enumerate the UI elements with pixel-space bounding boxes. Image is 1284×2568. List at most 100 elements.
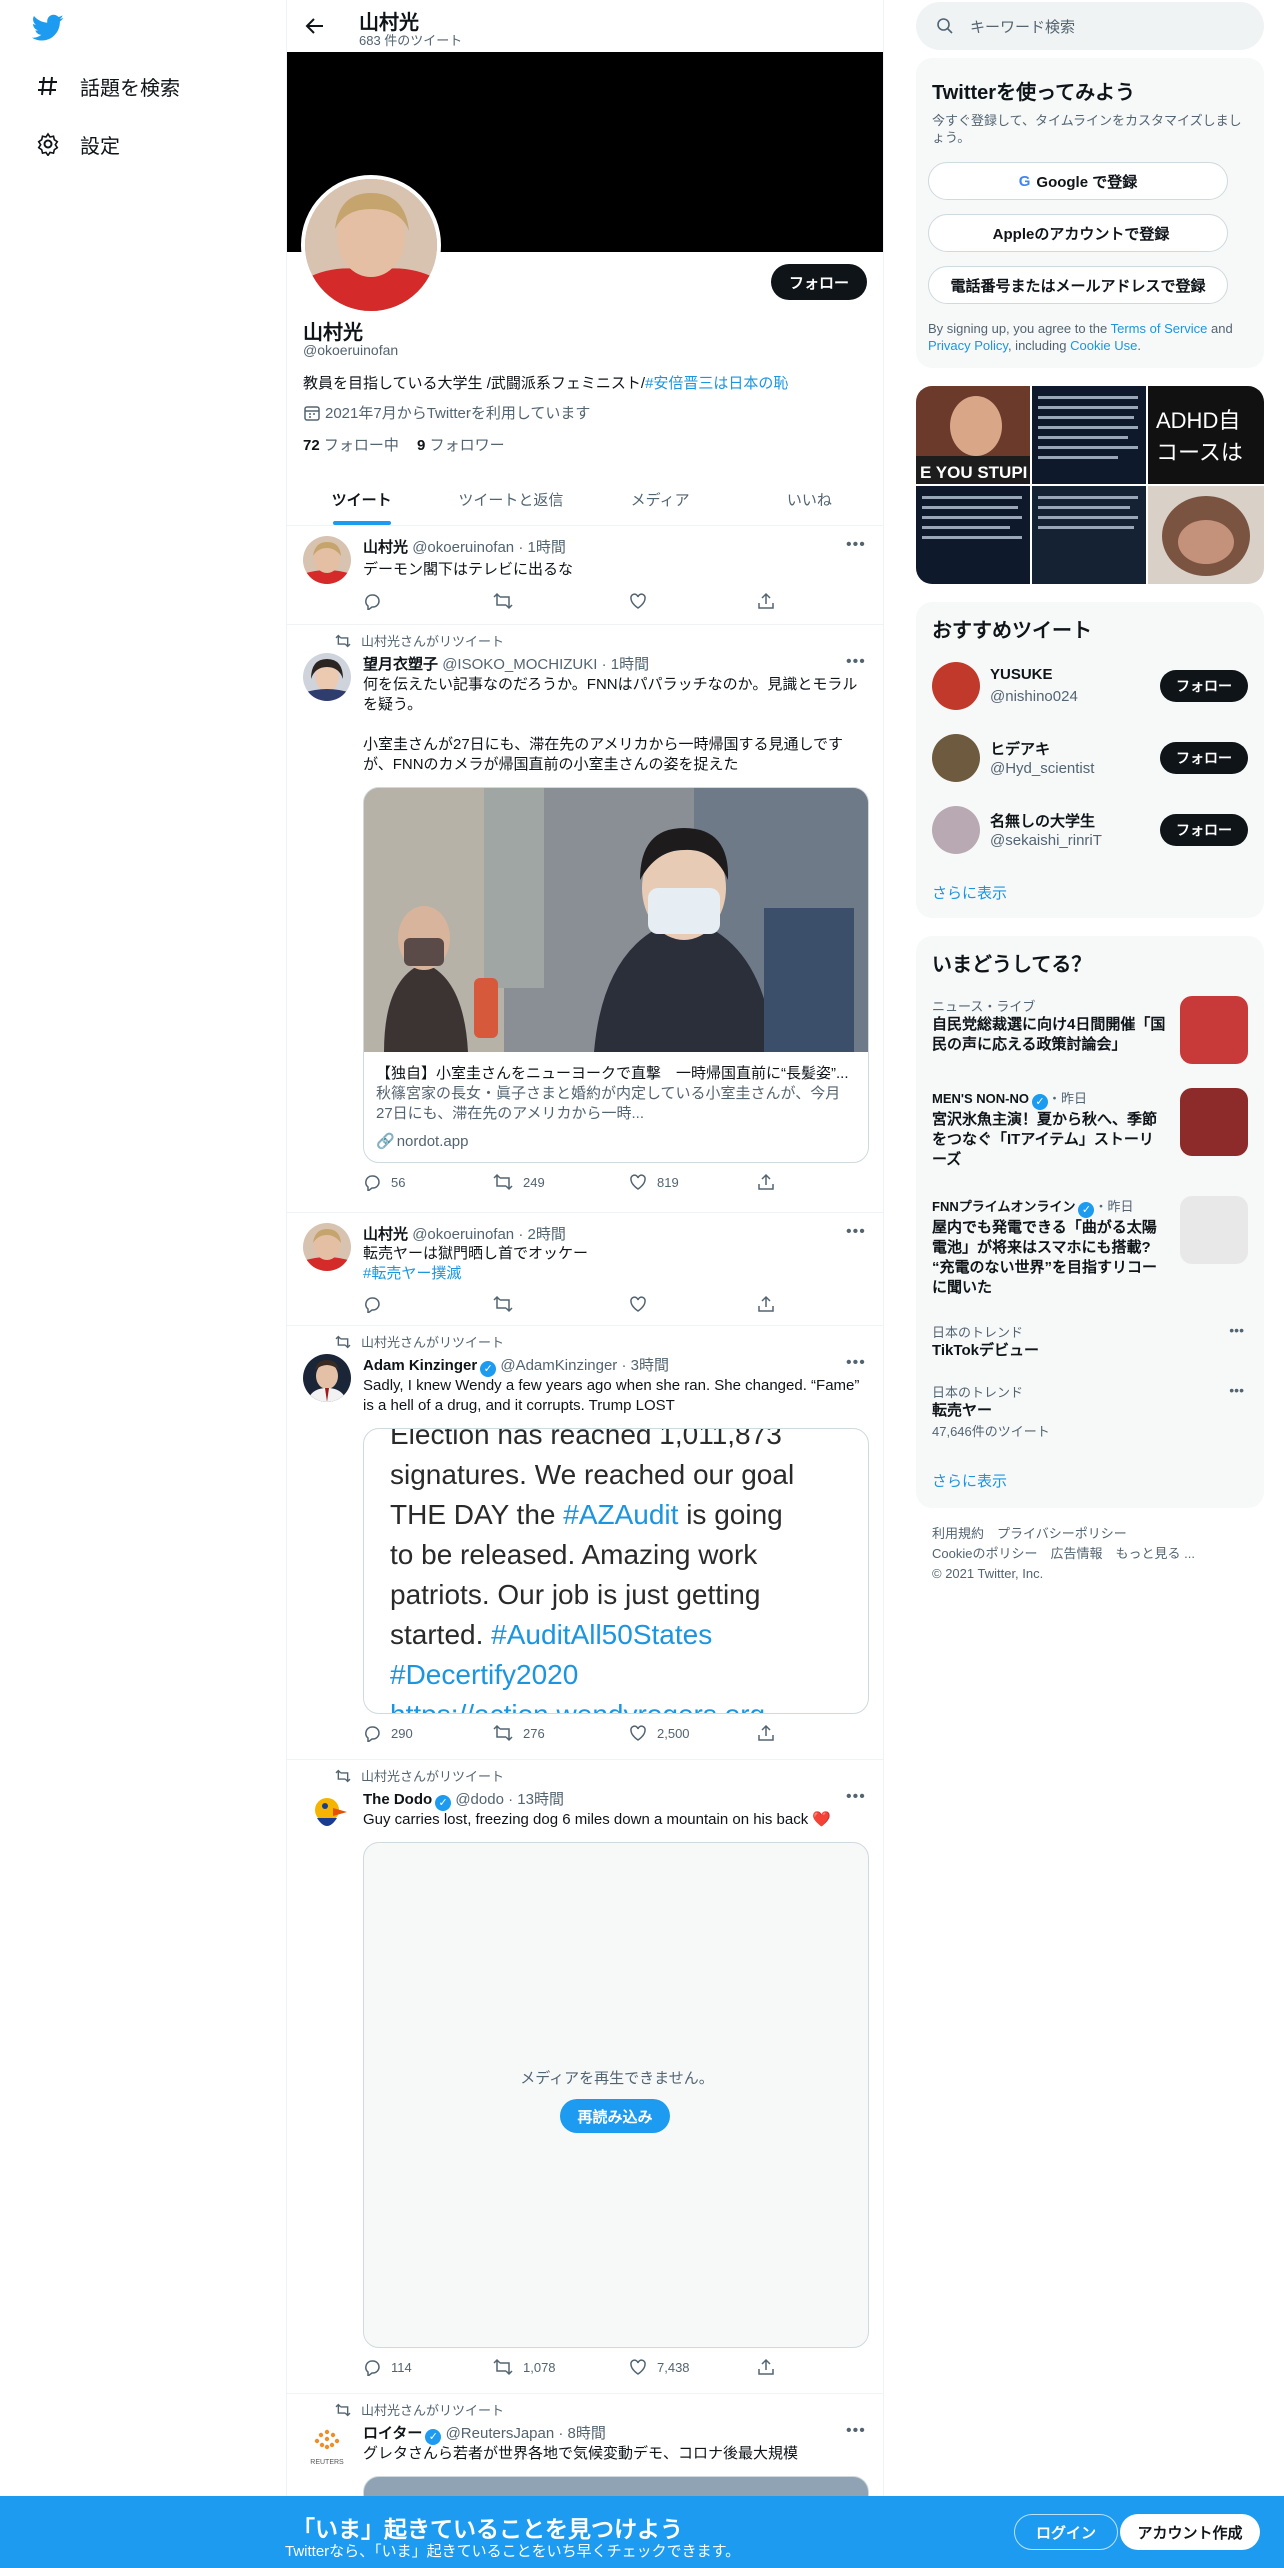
show-more-link[interactable]: さらに表示 — [932, 1470, 1007, 1491]
tab-tweets-and-replies[interactable]: ツイートと返信 — [436, 474, 585, 525]
profile-join-date: 2021年7月からTwitterを利用しています — [303, 402, 590, 423]
cookie-link[interactable]: Cookie Use — [1070, 338, 1137, 353]
reply-button[interactable]: 114 — [363, 2358, 412, 2376]
quoted-image-text: Election has reached 1,011,873 signature… — [390, 1428, 795, 1713]
tweet-hashtag[interactable]: #転売ヤー撲滅 — [363, 1264, 863, 1284]
reply-button[interactable]: 56 — [363, 1173, 405, 1191]
tweet-avatar[interactable] — [303, 536, 351, 584]
trends-box: いまどうしてる？ ニュース・ライブ 自民党総裁選に向け4日間開催「国民の声に応え… — [916, 936, 1264, 1508]
more-options-icon[interactable]: ••• — [1229, 1322, 1244, 1338]
tab-likes[interactable]: いいね — [735, 474, 883, 525]
media-grid[interactable]: E YOU STUPI ADHD自 コースは — [916, 386, 1264, 584]
more-options-icon[interactable]: ••• — [846, 1354, 866, 1374]
back-arrow-icon[interactable] — [303, 14, 327, 38]
apple-signup-button[interactable]: Appleのアカウントで登録 — [928, 214, 1228, 252]
show-more-link[interactable]: さらに表示 — [932, 882, 1007, 903]
retweet-icon[interactable] — [493, 1295, 513, 1313]
tweet-avatar[interactable] — [303, 1788, 351, 1836]
google-signup-button[interactable]: G Google で登録 — [928, 162, 1228, 200]
link-card[interactable]: 【独自】小室圭さんをニューヨークで直撃 一時帰国直前に“長髪姿”... 秋篠宮家… — [363, 787, 869, 1163]
footer-terms-link[interactable]: 利用規約 — [932, 1526, 984, 1541]
retweet-button[interactable]: 1,078 — [493, 2358, 556, 2376]
phone-email-signup-button[interactable]: 電話番号またはメールアドレスで登録 — [928, 266, 1228, 304]
reply-button[interactable]: 290 — [363, 1724, 413, 1742]
profile-bio-text: 教員を目指している大学生 /武闘派系フェミニスト/ — [303, 375, 646, 392]
like-icon[interactable] — [629, 592, 647, 610]
like-button[interactable]: 2,500 — [629, 1724, 690, 1742]
create-account-button[interactable]: アカウント作成 — [1120, 2514, 1260, 2550]
footer-ads-link[interactable]: 広告情報 — [1050, 1546, 1102, 1561]
tweet-text: デーモン閣下はテレビに出るな — [363, 561, 574, 578]
reload-button[interactable]: 再読み込み — [560, 2099, 670, 2133]
user-avatar[interactable] — [932, 806, 980, 854]
profile-tabs: ツイート ツイートと返信 メディア いいね — [287, 474, 883, 526]
retweet-indicator: 山村光さんがリツイート — [335, 1766, 504, 1785]
tweet[interactable]: 山村光さんがリツイート 望月衣塑子 @ISOKO_MOCHIZUKI · 1時間… — [287, 625, 883, 1213]
tweet[interactable]: 山村光さんがリツイート The Dodo ✓ @dodo · 13時間 ••• G… — [287, 1760, 883, 2394]
retweet-button[interactable]: 249 — [493, 1173, 545, 1191]
tab-tweets[interactable]: ツイート — [287, 474, 436, 525]
trend-item[interactable]: FNNプライムオンライン ✓ ・昨日 屋内でも発電できる「曲がる太陽電池」が将来はス… — [932, 1196, 1248, 1308]
profile-avatar[interactable] — [301, 175, 441, 315]
twitter-logo-icon[interactable] — [31, 14, 68, 44]
like-button[interactable]: 819 — [629, 1173, 679, 1191]
reply-icon[interactable] — [363, 592, 381, 610]
trend-item[interactable]: MEN'S NON-NO ✓ ・昨日 宮沢氷魚主演！夏から秋へ、季節をつなぐ「ITア… — [932, 1088, 1248, 1178]
tweet-avatar[interactable] — [303, 1223, 351, 1271]
terms-link[interactable]: Terms of Service — [1111, 321, 1208, 336]
tweet[interactable]: 山村光 @okoeruinofan · 2時間 ••• 転売ヤーは獄門晒し首でオ… — [287, 1213, 883, 1326]
retweet-icon[interactable] — [493, 592, 513, 610]
login-button[interactable]: ログイン — [1014, 2514, 1118, 2550]
privacy-link[interactable]: Privacy Policy — [928, 338, 1008, 353]
profile-bio-hashtag[interactable]: #安倍晋三は日本の恥 — [645, 375, 788, 392]
nav-explore[interactable]: 話題を検索 — [34, 64, 180, 108]
footer-cookie-link[interactable]: Cookieのポリシー — [932, 1546, 1037, 1561]
followers-link[interactable]: 9 フォロワー — [417, 437, 505, 454]
trend-item[interactable]: 日本のトレンド 転売ヤー 47,646件のツイート ••• — [932, 1382, 1248, 1446]
profile-follow-button[interactable]: フォロー — [770, 264, 867, 300]
tweet[interactable]: 山村光 @okoeruinofan · 1時間 ••• デーモン閣下はテレビに出… — [287, 526, 883, 625]
nav-settings-label: 設定 — [80, 135, 120, 158]
recommended-box: おすすめツイート YUSUKE @nishino024 フォロー ヒデアキ @H… — [916, 602, 1264, 918]
reply-icon[interactable] — [363, 1295, 381, 1313]
tweet-avatar[interactable] — [303, 1354, 351, 1402]
like-button[interactable]: 7,438 — [629, 2358, 690, 2376]
reuters-logo[interactable]: REUTERS — [303, 2422, 351, 2470]
tweet-text-2: 小室圭さんが27日にも、滞在先のアメリカから一時帰国する見通しですが、FNNのカ… — [363, 736, 844, 773]
trend-image — [1180, 1196, 1248, 1264]
search-input[interactable]: キーワード検索 — [916, 2, 1264, 50]
share-icon[interactable] — [757, 1724, 775, 1742]
more-options-icon[interactable]: ••• — [846, 1788, 866, 1808]
signup-box: Twitterを使ってみよう 今すぐ登録して、タイムラインをカスタマイズしましょ… — [916, 58, 1264, 368]
tab-media[interactable]: メディア — [586, 474, 735, 525]
share-icon[interactable] — [757, 2358, 775, 2376]
calendar-icon — [304, 405, 320, 421]
follow-button[interactable]: フォロー — [1160, 742, 1248, 774]
trend-item[interactable]: ニュース・ライブ 自民党総裁選に向け4日間開催「国民の声に応える政策討論会」 — [932, 996, 1248, 1076]
share-icon[interactable] — [757, 1295, 775, 1313]
follow-button[interactable]: フォロー — [1160, 670, 1248, 702]
trend-item[interactable]: 日本のトレンド TikTokデビュー ••• — [932, 1322, 1248, 1366]
follow-button[interactable]: フォロー — [1160, 814, 1248, 846]
media-player[interactable]: メディアを再生できません。 再読み込み — [363, 1842, 869, 2348]
user-avatar[interactable] — [932, 734, 980, 782]
following-link[interactable]: 72 フォロー中 — [303, 437, 399, 454]
tweet[interactable]: 山村光さんがリツイート Adam Kinzinger ✓ @AdamKinzing… — [287, 1326, 883, 1760]
nav-settings[interactable]: 設定 — [34, 122, 120, 166]
more-options-icon[interactable]: ••• — [846, 1223, 866, 1243]
more-options-icon[interactable]: ••• — [1229, 1382, 1244, 1398]
share-icon[interactable] — [757, 592, 775, 610]
share-icon[interactable] — [757, 1173, 775, 1191]
more-options-icon[interactable]: ••• — [846, 653, 866, 673]
footer-privacy-link[interactable]: プライバシーポリシー — [997, 1526, 1127, 1541]
more-options-icon[interactable]: ••• — [846, 2422, 866, 2442]
retweet-button[interactable]: 276 — [493, 1724, 545, 1742]
more-options-icon[interactable]: ••• — [846, 536, 866, 556]
like-icon[interactable] — [629, 1295, 647, 1313]
quoted-media-card[interactable]: Election has reached 1,011,873 signature… — [363, 1428, 869, 1714]
tweet-avatar[interactable] — [303, 653, 351, 701]
profile-join-text: 2021年7月からTwitterを利用しています — [325, 405, 591, 422]
user-avatar[interactable] — [932, 662, 980, 710]
footer-more-link[interactable]: もっと見る ... — [1116, 1546, 1195, 1561]
verified-badge-icon: ✓ — [1031, 1094, 1048, 1110]
